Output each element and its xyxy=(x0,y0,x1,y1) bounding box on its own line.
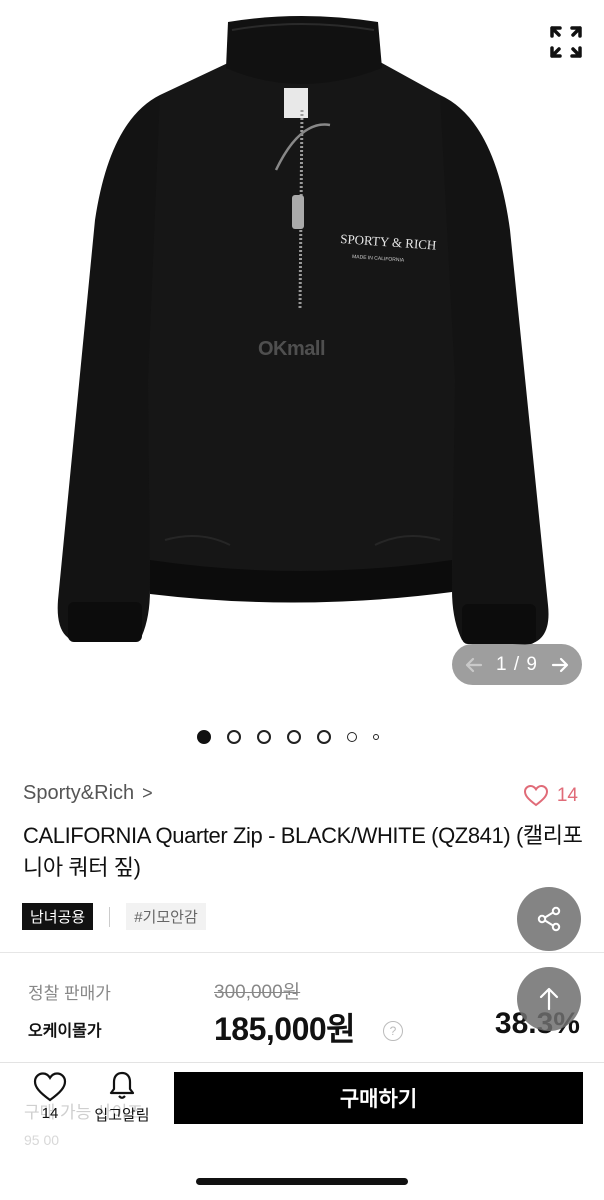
carousel-dot[interactable] xyxy=(317,730,331,744)
wish-count: 14 xyxy=(41,1105,59,1122)
carousel-dots xyxy=(0,727,604,747)
restock-alert-button[interactable]: 입고알림 xyxy=(86,1070,158,1125)
heart-icon xyxy=(33,1072,67,1102)
garment-label xyxy=(284,88,308,118)
brand-link[interactable]: Sporty&Rich > xyxy=(23,782,153,805)
like-count: 14 xyxy=(556,785,578,806)
carousel-dot[interactable] xyxy=(287,730,301,744)
share-icon xyxy=(537,906,561,932)
heart-icon xyxy=(523,784,548,807)
buy-button[interactable]: 구매하기 xyxy=(174,1072,583,1124)
available-sizes-values: 95 00 xyxy=(24,1132,60,1148)
help-icon[interactable]: ? xyxy=(383,1021,403,1041)
product-title: CALIFORNIA Quarter Zip - BLACK/WHITE (QZ… xyxy=(23,823,583,880)
watermark: OKmall xyxy=(258,338,326,360)
zipper-pull xyxy=(292,195,304,229)
share-button[interactable] xyxy=(517,887,581,951)
bell-icon xyxy=(109,1071,135,1099)
tag-list: 남녀공용 #기모안감 xyxy=(22,903,206,930)
like-button[interactable]: 14 xyxy=(523,784,578,808)
arrow-left-icon[interactable] xyxy=(462,653,486,677)
tag-fleece[interactable]: #기모안감 xyxy=(126,903,206,930)
expand-icon xyxy=(550,26,582,58)
tag-divider xyxy=(109,906,111,927)
carousel-dot[interactable] xyxy=(373,734,379,740)
tag-unisex[interactable]: 남녀공용 xyxy=(22,903,94,930)
image-pager: 1 / 9 xyxy=(452,644,582,685)
brand-name: Sporty&Rich xyxy=(23,782,135,804)
right-cuff xyxy=(462,604,536,644)
restock-alert-label: 입고알림 xyxy=(94,1107,150,1124)
list-price-label: 정찰 판매가 xyxy=(28,984,111,1003)
product-image-carousel[interactable]: SPORTY & RICH MADE IN CALIFORNIA OKmall … xyxy=(0,0,604,710)
arrow-up-icon xyxy=(539,987,559,1011)
chevron-right-icon: > xyxy=(142,783,153,803)
carousel-dot[interactable] xyxy=(227,730,241,744)
wish-button[interactable]: 14 xyxy=(28,1071,72,1122)
expand-button[interactable] xyxy=(546,22,586,62)
collar xyxy=(226,16,382,84)
carousel-dot[interactable] xyxy=(197,730,211,744)
carousel-dot[interactable] xyxy=(347,732,357,742)
left-cuff xyxy=(68,602,142,642)
pager-count: 1 / 9 xyxy=(496,653,538,675)
right-sleeve xyxy=(438,95,549,645)
arrow-right-icon[interactable] xyxy=(548,653,572,677)
sale-price-label: 오케이몰가 xyxy=(28,1023,102,1040)
scroll-top-button[interactable] xyxy=(517,967,581,1031)
home-indicator xyxy=(196,1178,408,1185)
sale-price: 185,000원 xyxy=(214,1011,356,1047)
list-price: 300,000원 xyxy=(214,982,301,1003)
section-divider xyxy=(0,952,604,953)
carousel-dot[interactable] xyxy=(257,730,271,744)
